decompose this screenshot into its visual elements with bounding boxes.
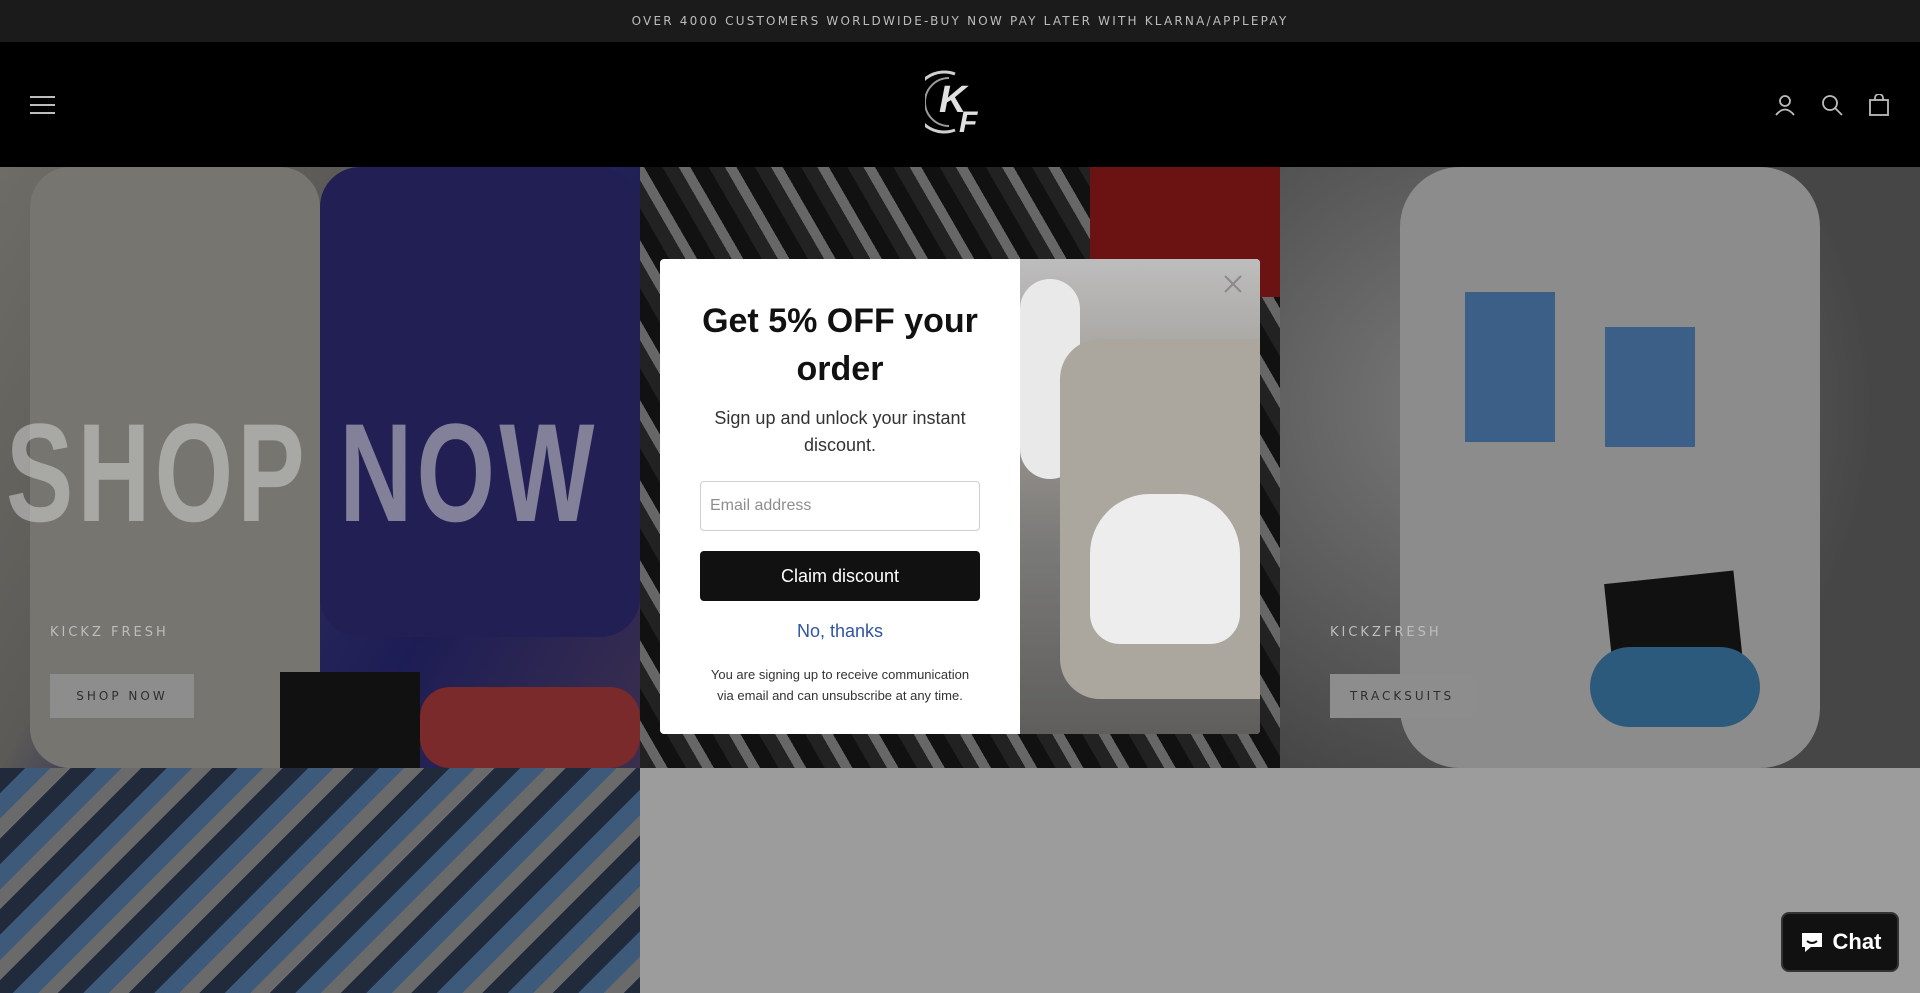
chat-label: Chat: [1832, 929, 1882, 954]
close-icon[interactable]: [1220, 271, 1246, 297]
popup-subtitle: Sign up and unlock your instant discount…: [714, 408, 966, 455]
email-field[interactable]: Email address: [700, 481, 980, 531]
chat-bubble-icon: [1801, 933, 1822, 952]
email-placeholder: Email address: [710, 497, 812, 514]
chat-button[interactable]: Chat: [1781, 912, 1899, 972]
popup-title: Get 5% OFF your order: [702, 302, 978, 388]
popup-disclaimer: You are signing up to receive communicat…: [710, 667, 970, 703]
claim-discount-button[interactable]: Claim discount: [700, 551, 980, 601]
discount-popup: Get 5% OFF your order Sign up and unlock…: [660, 259, 1260, 734]
no-thanks-link[interactable]: No, thanks: [700, 621, 980, 642]
popup-image: [1020, 259, 1260, 734]
